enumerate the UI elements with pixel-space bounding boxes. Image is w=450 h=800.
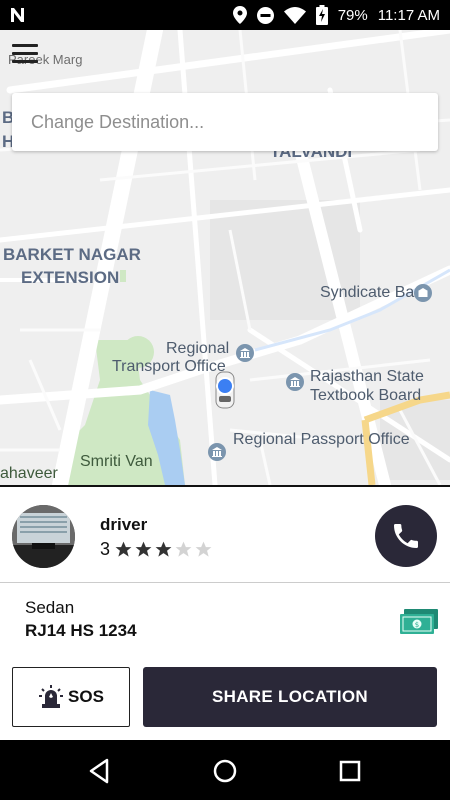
star-filled-icon [135,541,152,557]
android-nav-bar [0,740,450,800]
star-empty-icon [195,541,212,557]
map-label-extension: EXTENSION [21,268,120,287]
siren-icon [39,685,64,708]
star-filled-icon [115,541,132,557]
government-building-icon [236,344,254,362]
change-destination-input[interactable] [12,93,438,151]
map-label-mahaveer: ahaveer [0,465,58,482]
map-label-regional-passport-office: Regional Passport Office [233,431,410,448]
map-label-regional: Regional [166,340,230,357]
menu-button[interactable] [12,44,38,64]
bank-icon [414,284,432,302]
hamburger-icon-line [12,52,38,55]
driver-avatar [12,505,75,568]
map-label-rajasthan-state: Rajasthan State [310,368,424,385]
phone-icon [394,524,418,548]
driver-card: driver 3 [0,485,450,583]
cash-icon: $ [400,609,438,634]
map-label-transport-office: Transport Office [112,358,226,375]
svg-text:$: $ [415,621,419,629]
current-location-dot-icon [216,377,234,395]
vehicle-plate: RJ14 HS 1234 [25,621,137,640]
battery-percent: 79% [337,6,368,24]
share-location-label: SHARE LOCATION [212,687,368,706]
battery-charging-icon [315,5,328,25]
map-label-smriti-van: Smriti Van [80,453,153,470]
recents-icon[interactable] [335,756,365,786]
n-logo-icon [11,8,24,22]
sos-label: SOS [68,687,104,706]
vehicle-info: Sedan RJ14 HS 1234 $ [0,583,450,655]
driver-rating: 3 [100,539,214,560]
home-icon[interactable] [210,756,240,786]
hamburger-icon-line [12,60,38,63]
call-driver-button[interactable] [375,505,437,567]
map-label-textbook-board: Textbook Board [310,387,422,404]
driver-name: driver [100,515,148,534]
government-building-icon [208,443,226,461]
hamburger-icon-line [12,44,38,47]
dnd-icon [256,6,274,24]
map-label-barket-nagar: BARKET NAGAR [3,245,141,264]
star-filled-icon [155,541,172,557]
clock: 11:17 AM [377,6,440,24]
sos-button[interactable]: SOS [12,667,130,727]
share-location-button[interactable]: SHARE LOCATION [143,667,437,727]
vehicle-type: Sedan [25,598,75,617]
government-building-icon [286,373,304,391]
back-icon[interactable] [85,756,115,786]
location-icon [232,6,247,24]
status-bar: 79% 11:17 AM [0,0,450,30]
rating-value: 3 [100,539,111,559]
wifi-icon [283,6,306,24]
star-empty-icon [175,541,192,557]
